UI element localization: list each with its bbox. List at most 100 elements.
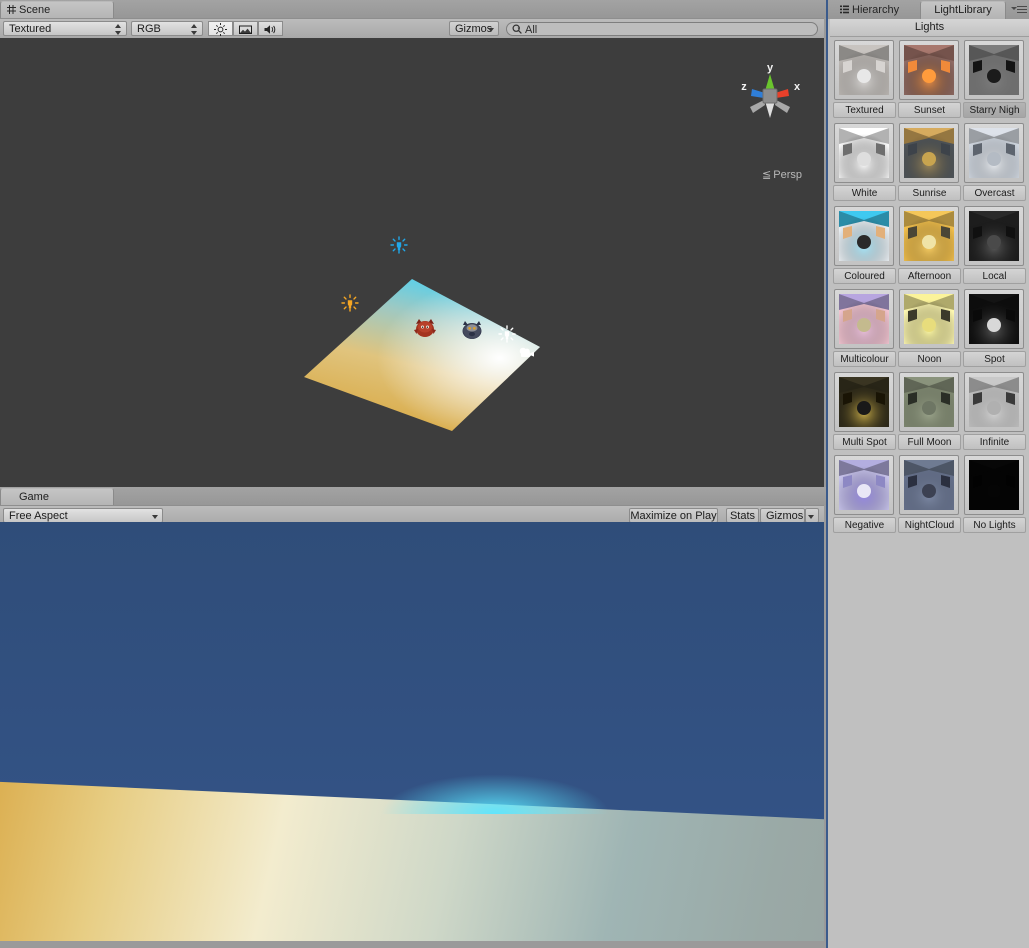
light-preset-thumbnail[interactable]: [899, 40, 959, 100]
light-preset-thumbnail[interactable]: [899, 123, 959, 183]
light-preset-multicolour[interactable]: Multicolour: [832, 287, 897, 370]
light-preset-label[interactable]: Sunset: [898, 102, 961, 118]
aspect-ratio-dropdown[interactable]: Free Aspect: [3, 508, 163, 523]
scene-viewport[interactable]: y x z ≦ Persp: [0, 38, 824, 487]
light-preset-label[interactable]: Full Moon: [898, 434, 961, 450]
image-icon: [234, 23, 257, 36]
light-preset-label[interactable]: Starry Nigh: [963, 102, 1026, 118]
axis-gizmo-widget[interactable]: y x z: [734, 60, 806, 132]
light-preset-thumbnail[interactable]: [834, 372, 894, 432]
light-preset-label[interactable]: White: [833, 185, 896, 201]
point-light-gizmo-white[interactable]: [498, 325, 516, 343]
light-preset-label[interactable]: Local: [963, 268, 1026, 284]
light-preset-label[interactable]: Multi Spot: [833, 434, 896, 450]
light-preset-label[interactable]: Textured: [833, 102, 896, 118]
light-preset-thumbnail[interactable]: [834, 289, 894, 349]
light-preset-thumbnail[interactable]: [964, 372, 1024, 432]
lights-section-title: Lights: [830, 19, 1029, 37]
wolf-character[interactable]: [459, 319, 485, 343]
light-preset-full-moon[interactable]: Full Moon: [897, 370, 962, 453]
light-preset-thumbnail[interactable]: [899, 206, 959, 266]
light-preset-overcast[interactable]: Overcast: [962, 121, 1027, 204]
light-preset-label[interactable]: NightCloud: [898, 517, 961, 533]
light-preset-label[interactable]: Spot: [963, 351, 1026, 367]
updown-arrows-icon: [115, 23, 122, 36]
light-preset-label[interactable]: Afternoon: [898, 268, 961, 284]
light-preset-infinite[interactable]: Infinite: [962, 370, 1027, 453]
light-preset-preview-icon: [904, 294, 954, 344]
hierarchy-icon: [840, 3, 849, 20]
light-preset-nightcloud[interactable]: NightCloud: [897, 453, 962, 536]
color-mode-dropdown[interactable]: RGB: [131, 21, 203, 36]
game-viewport[interactable]: [0, 522, 824, 941]
light-preset-label[interactable]: Sunrise: [898, 185, 961, 201]
scene-ground-plane: [304, 279, 540, 431]
light-preset-thumbnail[interactable]: [964, 40, 1024, 100]
stats-button[interactable]: Stats: [726, 508, 759, 523]
light-preset-label[interactable]: Infinite: [963, 434, 1026, 450]
scene-search-input[interactable]: All: [506, 22, 818, 36]
light-preset-spot[interactable]: Spot: [962, 287, 1027, 370]
light-preset-label[interactable]: Overcast: [963, 185, 1026, 201]
tab-lightlibrary[interactable]: LightLibrary: [920, 1, 1006, 19]
light-preset-label[interactable]: Negative: [833, 517, 896, 533]
light-preset-coloured[interactable]: Coloured: [832, 204, 897, 287]
caret-down-icon: [488, 28, 494, 32]
skybox-toggle[interactable]: [233, 21, 258, 36]
light-preset-preview-icon: [839, 460, 889, 510]
light-preset-thumbnail[interactable]: [899, 372, 959, 432]
light-preset-thumbnail[interactable]: [834, 40, 894, 100]
light-preset-thumbnail[interactable]: [899, 455, 959, 515]
tab-game[interactable]: Game: [0, 488, 114, 506]
light-preset-preview-icon: [969, 460, 1019, 510]
light-preset-thumbnail[interactable]: [964, 289, 1024, 349]
caret-down-icon: [152, 515, 158, 519]
light-preset-sunrise[interactable]: Sunrise: [897, 121, 962, 204]
tab-hierarchy[interactable]: Hierarchy: [834, 2, 909, 19]
light-preset-row: Multi Spot Full Moon Infinite: [832, 370, 1028, 453]
gizmos-dropdown-scene[interactable]: Gizmos: [449, 21, 499, 36]
right-dock-pane-options-icon[interactable]: [1011, 5, 1027, 15]
point-light-gizmo-blue[interactable]: [390, 236, 408, 254]
light-preset-sunset[interactable]: Sunset: [897, 38, 962, 121]
light-preset-no-lights[interactable]: No Lights: [962, 453, 1027, 536]
draw-mode-dropdown[interactable]: Textured: [3, 21, 127, 36]
light-preset-preview-icon: [904, 377, 954, 427]
right-dock-tabstrip: Hierarchy LightLibrary: [828, 0, 1029, 19]
light-preset-label[interactable]: Noon: [898, 351, 961, 367]
light-preset-white[interactable]: White: [832, 121, 897, 204]
gizmos-dropdown-game[interactable]: Gizmos: [760, 508, 805, 523]
light-preset-thumbnail[interactable]: [834, 123, 894, 183]
scene-toolbar: Textured RGB Gizmos All: [0, 18, 824, 39]
light-preset-negative[interactable]: Negative: [832, 453, 897, 536]
maximize-on-play-button[interactable]: Maximize on Play: [629, 508, 718, 523]
light-preset-noon[interactable]: Noon: [897, 287, 962, 370]
light-preset-multi-spot[interactable]: Multi Spot: [832, 370, 897, 453]
light-preset-label[interactable]: Coloured: [833, 268, 896, 284]
light-preset-thumbnail[interactable]: [964, 206, 1024, 266]
light-preset-label[interactable]: Multicolour: [833, 351, 896, 367]
light-preset-starry-nigh[interactable]: Starry Nigh: [962, 38, 1027, 121]
light-preset-thumbnail[interactable]: [834, 206, 894, 266]
camera-gizmo[interactable]: [519, 347, 535, 358]
light-preset-thumbnail[interactable]: [834, 455, 894, 515]
dragon-character[interactable]: [412, 317, 438, 341]
light-preset-row: Textured Sunset Starry Nigh: [832, 38, 1028, 121]
light-preset-preview-icon: [904, 460, 954, 510]
projection-mode-label[interactable]: ≦ Persp: [762, 168, 802, 181]
point-light-gizmo-orange[interactable]: [341, 294, 359, 312]
tab-scene[interactable]: Scene: [0, 1, 114, 19]
speaker-icon: [259, 23, 282, 36]
svg-text:y: y: [767, 62, 774, 74]
light-preset-local[interactable]: Local: [962, 204, 1027, 287]
light-preset-label[interactable]: No Lights: [963, 517, 1026, 533]
gizmos-caret-game[interactable]: [805, 508, 819, 523]
tab-hierarchy-label: Hierarchy: [852, 4, 900, 16]
light-preset-afternoon[interactable]: Afternoon: [897, 204, 962, 287]
light-preset-thumbnail[interactable]: [899, 289, 959, 349]
audio-toggle[interactable]: [258, 21, 283, 36]
light-preset-textured[interactable]: Textured: [832, 38, 897, 121]
light-preset-thumbnail[interactable]: [964, 123, 1024, 183]
light-preset-thumbnail[interactable]: [964, 455, 1024, 515]
lighting-toggle[interactable]: [208, 21, 233, 36]
